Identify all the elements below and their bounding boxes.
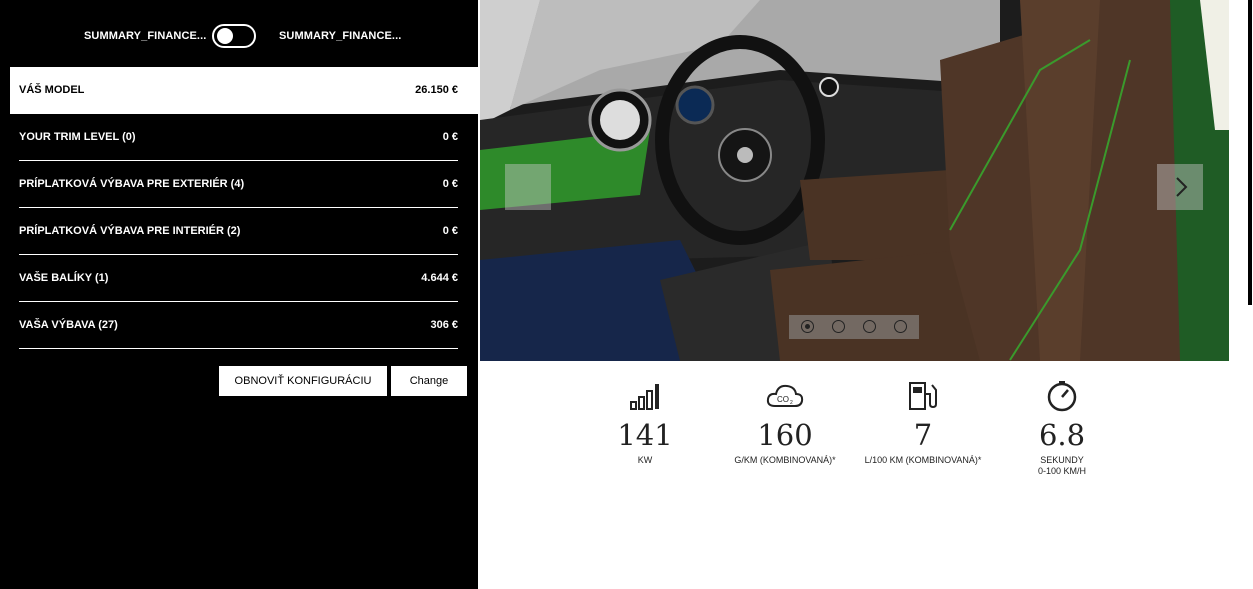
consumption-value: 7 [913,418,933,452]
row-label: VÁŠ MODEL [19,84,85,96]
fuel-pump-icon [909,382,937,410]
stat-power: 141 KW [575,380,715,466]
svg-text:CO: CO [777,395,789,404]
signal-bars-icon [630,384,659,410]
row-label: VAŠA VÝBAVA (27) [19,319,118,331]
emissions-unit: G/KM (KOMBINOVANÁ)* [734,455,836,465]
summary-row-model[interactable]: VÁŠ MODEL 26.150 € [10,67,478,114]
row-label: PRÍPLATKOVÁ VÝBAVA PRE EXTERIÉR (4) [19,178,245,190]
finance-toggle-row: SUMMARY_FINANCE... SUMMARY_FINANCE... [0,24,478,48]
emissions-value: 160 [757,418,813,452]
stat-consumption: 7 L/100 KM (KOMBINOVANÁ)* [853,380,993,466]
acceleration-value: 6.8 [1038,418,1086,452]
gallery-prev-button[interactable] [505,164,551,210]
change-button[interactable]: Change [391,366,467,396]
svg-text:2: 2 [790,400,793,406]
stat-acceleration: 6.8 SEKUNDY 0-100 KM/H [992,380,1132,477]
row-price: 0 € [442,131,458,143]
row-price: 306 € [430,319,458,331]
row-price: 0 € [442,178,458,190]
stat-emissions: CO 2 160 G/KM (KOMBINOVANÁ)* [715,380,855,466]
summary-row-equipment[interactable]: VAŠA VÝBAVA (27) 306 € [10,302,478,349]
row-label: YOUR TRIM LEVEL (0) [19,131,136,143]
toggle-right-label: SUMMARY_FINANCE... [279,30,402,42]
gallery-pagination [789,315,919,339]
summary-row-trim-level[interactable]: YOUR TRIM LEVEL (0) 0 € [10,114,478,161]
gallery-dot-2[interactable] [832,320,845,333]
row-label: VAŠE BALÍKY (1) [19,272,109,284]
gallery-dot-4[interactable] [894,320,907,333]
finance-toggle-switch[interactable] [212,24,256,48]
summary-row-exterior[interactable]: PRÍPLATKOVÁ VÝBAVA PRE EXTERIÉR (4) 0 € [10,161,478,208]
co2-cloud-icon: CO 2 [766,384,804,407]
row-price: 0 € [442,225,458,237]
row-price: 4.644 € [421,272,458,284]
gallery-dot-3[interactable] [863,320,876,333]
summary-row-packages[interactable]: VAŠE BALÍKY (1) 4.644 € [10,255,478,302]
power-unit: KW [637,455,653,465]
toggle-left-label: SUMMARY_FINANCE... [84,30,207,42]
gallery-dot-1[interactable] [801,320,814,333]
toggle-knob [217,28,233,44]
chevron-right-icon [1176,177,1188,197]
row-price: 26.150 € [415,84,458,96]
acceleration-unit: SEKUNDY [1040,455,1084,465]
row-label: PRÍPLATKOVÁ VÝBAVA PRE INTERIÉR (2) [19,225,241,237]
row-divider [19,348,458,349]
stopwatch-icon [1047,381,1077,412]
summary-panel: SUMMARY_FINANCE... SUMMARY_FINANCE... VÁ… [0,0,478,589]
summary-row-interior[interactable]: PRÍPLATKOVÁ VÝBAVA PRE INTERIÉR (2) 0 € [10,208,478,255]
power-value: 141 [617,418,673,452]
interior-image-gallery [480,0,1229,361]
gallery-next-button[interactable] [1157,164,1203,210]
car-interior-image [480,0,1229,361]
scrollbar[interactable] [1248,0,1252,305]
consumption-unit: L/100 KM (KOMBINOVANÁ)* [864,455,982,465]
acceleration-unit-detail: 0-100 KM/H [1037,466,1087,476]
reset-configuration-button[interactable]: OBNOVIŤ KONFIGURÁCIU [219,366,387,396]
